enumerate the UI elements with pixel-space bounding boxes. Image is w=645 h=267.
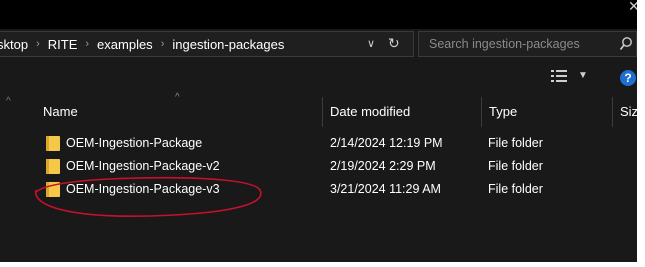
file-type: File folder (488, 182, 543, 196)
file-name: OEM-Ingestion-Package (66, 136, 203, 150)
file-row[interactable]: OEM-Ingestion-Package-v3 3/21/2024 11:29… (40, 179, 637, 201)
details-view-icon[interactable] (551, 70, 567, 82)
column-divider[interactable] (481, 97, 482, 127)
folder-icon (46, 159, 60, 174)
file-type: File folder (488, 159, 543, 173)
breadcrumb-item-ingestion-packages[interactable]: ingestion-packages (172, 37, 284, 52)
file-date-modified: 3/21/2024 11:29 AM (330, 182, 441, 196)
breadcrumb-item-examples[interactable]: examples (97, 37, 153, 52)
folder-icon (46, 182, 60, 197)
explorer-window: ✕ sktop › RITE › examples › ingestion-pa… (0, 0, 645, 262)
column-header-date-modified[interactable]: Date modified (330, 104, 410, 119)
file-date-modified: 2/19/2024 2:29 PM (330, 159, 436, 173)
address-bar[interactable]: sktop › RITE › examples › ingestion-pack… (0, 31, 414, 57)
page-margin (637, 0, 645, 267)
file-row[interactable]: OEM-Ingestion-Package 2/14/2024 12:19 PM… (40, 133, 637, 155)
page-margin (0, 262, 645, 267)
search-input[interactable]: Search ingestion-packages (418, 31, 637, 57)
chevron-right-icon[interactable]: › (36, 38, 40, 50)
chevron-up-icon[interactable]: ^ (6, 96, 11, 107)
search-placeholder: Search ingestion-packages (429, 37, 580, 51)
folder-icon (46, 136, 60, 151)
sort-ascending-icon: ^ (175, 92, 180, 103)
title-bar: ✕ (0, 0, 640, 29)
file-name: OEM-Ingestion-Package-v2 (66, 159, 220, 173)
breadcrumb: sktop › RITE › examples › ingestion-pack… (0, 37, 284, 52)
search-icon[interactable] (619, 36, 633, 52)
chevron-down-icon[interactable]: ∨ (367, 37, 379, 51)
chevron-right-icon[interactable]: › (161, 38, 165, 50)
file-type: File folder (488, 136, 543, 150)
breadcrumb-item-desktop[interactable]: sktop (0, 37, 28, 52)
help-icon[interactable]: ? (620, 70, 636, 86)
refresh-icon[interactable]: ↻ (388, 35, 404, 53)
column-divider[interactable] (322, 97, 323, 127)
column-header-type[interactable]: Type (489, 104, 517, 119)
column-header-name[interactable]: Name (43, 104, 78, 119)
file-date-modified: 2/14/2024 12:19 PM (330, 136, 443, 150)
file-row[interactable]: OEM-Ingestion-Package-v2 2/19/2024 2:29 … (40, 156, 637, 178)
chevron-right-icon[interactable]: › (85, 38, 89, 50)
column-divider[interactable] (612, 97, 613, 127)
breadcrumb-item-rite[interactable]: RITE (48, 37, 78, 52)
file-name: OEM-Ingestion-Package-v3 (66, 182, 220, 196)
chevron-down-icon[interactable]: ▼ (578, 70, 588, 81)
